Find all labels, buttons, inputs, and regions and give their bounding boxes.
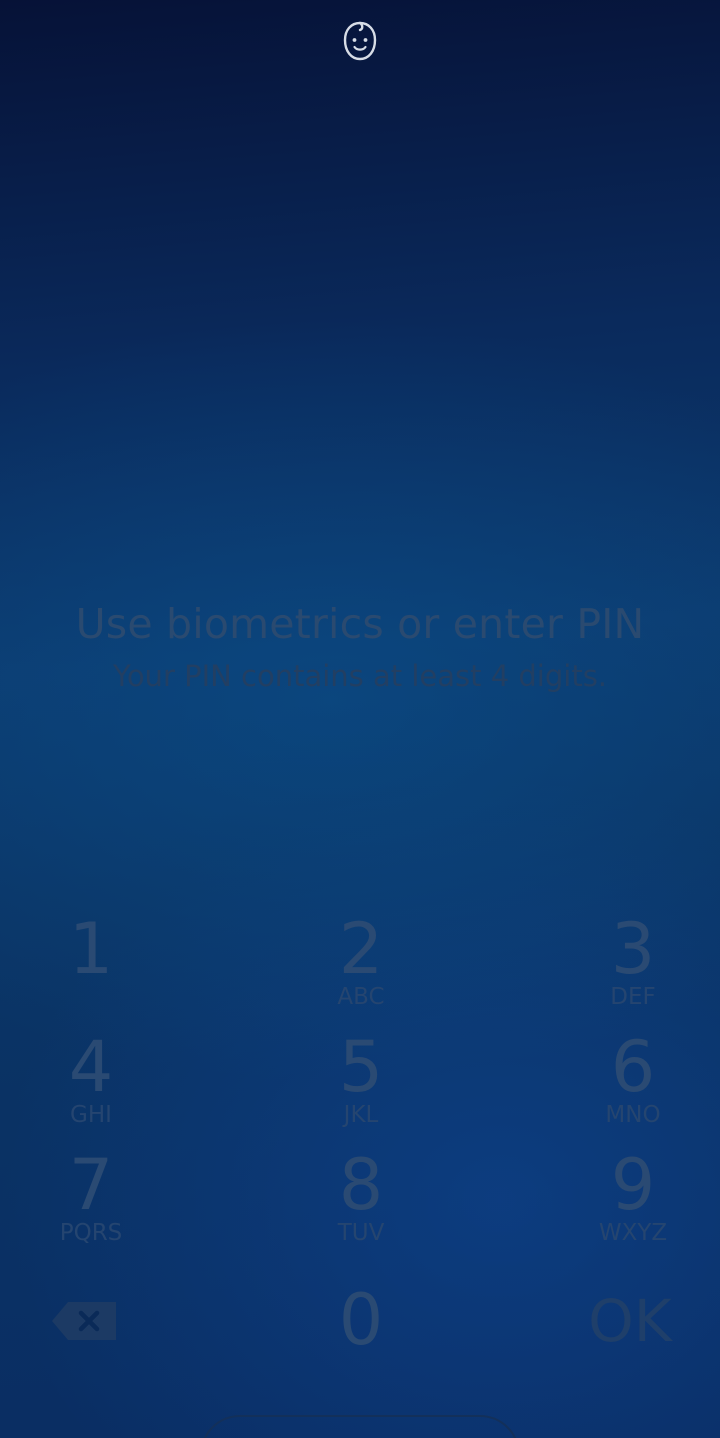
key-letters: GHI — [70, 1102, 112, 1128]
key-digit: 6 — [610, 1026, 656, 1108]
bottom-handle — [200, 1415, 520, 1438]
key-letters: PQRS — [59, 1220, 123, 1246]
lock-screen: Use biometrics or enter PIN Your PIN con… — [0, 0, 720, 1438]
backspace-icon[interactable] — [50, 1300, 118, 1342]
key-digit: 7 — [68, 1144, 114, 1226]
baby-face-icon — [343, 21, 377, 61]
key-0[interactable]: 0 — [276, 1283, 446, 1393]
key-digit: 1 — [68, 908, 114, 990]
key-digit: 8 — [338, 1144, 384, 1226]
key-7[interactable]: 7 PQRS — [6, 1148, 176, 1258]
key-3[interactable]: 3 DEF — [548, 912, 718, 1022]
key-1[interactable]: 1 — [6, 912, 176, 1022]
key-letters: TUV — [337, 1220, 385, 1246]
key-letters: JKL — [343, 1102, 379, 1128]
key-digit: 9 — [610, 1144, 656, 1226]
key-digit: 4 — [68, 1026, 114, 1108]
key-9[interactable]: 9 WXYZ — [548, 1148, 718, 1258]
key-4[interactable]: 4 GHI — [6, 1030, 176, 1140]
prompt-subtitle: Your PIN contains at least 4 digits. — [112, 659, 608, 693]
key-letters: ABC — [337, 984, 385, 1010]
key-6[interactable]: 6 MNO — [548, 1030, 718, 1140]
key-letters: DEF — [610, 984, 656, 1010]
prompt-title: Use biometrics or enter PIN — [75, 600, 645, 648]
key-letters: WXYZ — [598, 1220, 668, 1246]
key-digit: 2 — [338, 908, 384, 990]
key-letters: MNO — [605, 1102, 661, 1128]
ok-button[interactable]: OK — [560, 1286, 700, 1356]
key-2[interactable]: 2 ABC — [276, 912, 446, 1022]
key-digit: 5 — [338, 1026, 384, 1108]
key-5[interactable]: 5 JKL — [276, 1030, 446, 1140]
key-digit: 0 — [338, 1279, 384, 1361]
key-8[interactable]: 8 TUV — [276, 1148, 446, 1258]
key-digit: 3 — [610, 908, 656, 990]
